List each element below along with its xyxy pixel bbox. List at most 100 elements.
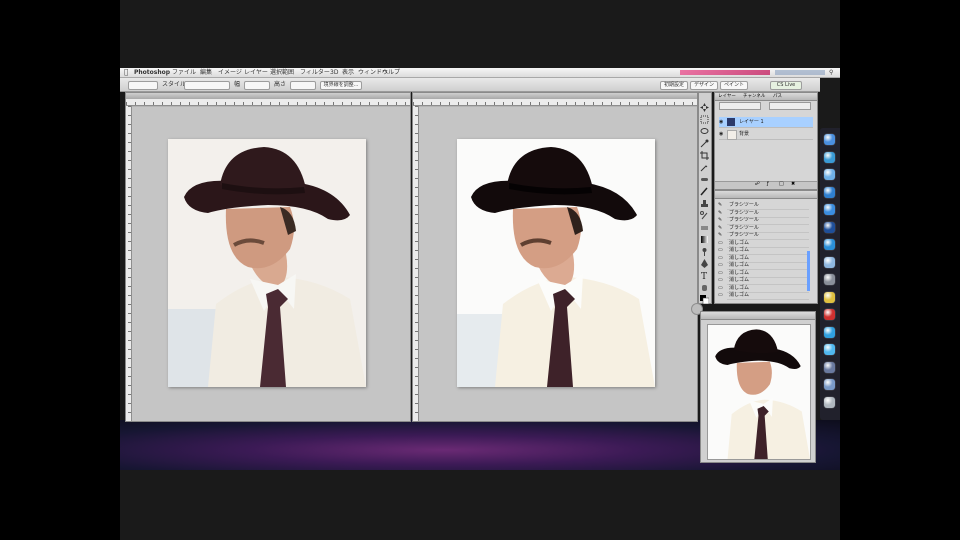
tool-preset-picker[interactable] (128, 81, 158, 90)
history-panel: ✎ ブラシツール ✎ ブラシツール ✎ ブラシツール ✎ ブラシツール ✎ ブラシツール ▭ 消しゴム… (714, 190, 818, 304)
menu-item-edit[interactable]: 編集 (200, 68, 212, 77)
document-window-before[interactable] (125, 92, 411, 422)
downloads-icon[interactable] (824, 361, 835, 373)
pen-tool-icon[interactable] (700, 253, 709, 268)
color-swatches-icon[interactable] (700, 289, 710, 305)
photo-before[interactable] (168, 139, 366, 387)
menu-item-help[interactable]: ヘルプ (382, 68, 400, 77)
eye-icon[interactable]: ◉ (719, 129, 723, 139)
workspace-tab-essentials[interactable]: 初期設定 (660, 81, 688, 90)
tab-paths[interactable]: パス (773, 93, 782, 100)
blend-mode-select[interactable] (719, 102, 761, 110)
options-bar: スタイル 幅 高さ 境界線を調整... 初期設定 デザイン ペイント CS Li… (120, 78, 820, 92)
layers-panel-tabs: レイヤー チャンネル パス (715, 93, 817, 101)
height-label: 高さ (274, 81, 287, 88)
layer-thumbnail (727, 130, 737, 140)
eye-icon[interactable]: ◉ (719, 117, 723, 127)
layers-panel: レイヤー チャンネル パス ◉ レイヤー 1 ◉ 背景 ☍ ƒ □ ✖ (714, 92, 818, 190)
lasso-tool-icon[interactable] (700, 121, 709, 134)
height-input[interactable] (290, 81, 316, 90)
menu-item-select[interactable]: 選択範囲 (270, 68, 294, 77)
horizontal-ruler[interactable] (126, 99, 410, 106)
system-prefs-icon[interactable] (824, 274, 835, 285)
dodge-tool-icon[interactable] (700, 241, 709, 256)
trash-icon[interactable]: ✖ (791, 181, 795, 187)
history-scrollbar[interactable] (807, 251, 810, 291)
photo-after[interactable] (457, 139, 655, 387)
horizontal-ruler[interactable] (413, 99, 697, 106)
gradient-tool-icon[interactable] (700, 229, 709, 243)
hand-tool-icon[interactable] (700, 277, 709, 291)
screen:  Photoshop ファイル 編集 イメージ レイヤー 選択範囲 フィルター… (120, 0, 840, 540)
layer-name: レイヤー 1 (739, 119, 764, 125)
apple-menu-icon[interactable]:  (124, 68, 128, 77)
mail-icon[interactable] (824, 169, 835, 180)
history-brush-tool-icon[interactable] (700, 205, 709, 220)
red-app-icon[interactable] (824, 309, 835, 320)
menu-item-filter[interactable]: フィルター (300, 68, 330, 77)
type-tool-icon[interactable]: T (700, 265, 709, 282)
quick-selection-tool-icon[interactable] (700, 133, 709, 148)
workspace-tab-design[interactable]: デザイン (690, 81, 718, 90)
brush-tool-icon[interactable] (700, 181, 709, 196)
menu-item-layer[interactable]: レイヤー (244, 68, 268, 77)
canvas-area[interactable] (132, 107, 410, 421)
photoshop-icon[interactable] (824, 221, 835, 233)
navigator-thumbnail-image (708, 325, 810, 459)
status-menu-extras[interactable] (680, 70, 770, 75)
history-row-label: 消しゴム (729, 292, 750, 298)
menu-item-3d[interactable]: 3D (330, 68, 338, 77)
menu-item-image[interactable]: イメージ (218, 68, 242, 77)
spotlight-icon[interactable]: ⚲ (829, 68, 833, 77)
refine-edge-button[interactable]: 境界線を調整... (320, 81, 362, 90)
preview-icon[interactable] (824, 256, 835, 268)
marquee-tool-icon[interactable] (700, 109, 709, 124)
eyedropper-tool-icon[interactable] (700, 157, 709, 172)
workspace-tab-painting[interactable]: ペイント (720, 81, 748, 90)
layer-row-background[interactable]: ◉ 背景 (719, 129, 813, 140)
eraser-tool-icon[interactable] (700, 217, 709, 230)
navigator-panel (700, 311, 816, 463)
crop-tool-icon[interactable] (700, 145, 709, 160)
layer-name: 背景 (739, 131, 750, 137)
clone-stamp-tool-icon[interactable] (700, 193, 709, 207)
menu-item-file[interactable]: ファイル (172, 68, 196, 77)
width-input[interactable] (244, 81, 270, 90)
history-row[interactable]: ▭ 消しゴム (718, 291, 809, 300)
healing-brush-tool-icon[interactable] (700, 169, 709, 181)
fx-icon[interactable]: ƒ (767, 181, 769, 187)
portrait-before-image (168, 139, 366, 387)
canvas-area[interactable] (419, 107, 703, 421)
chrome-icon[interactable] (824, 291, 835, 303)
itunes-icon[interactable] (824, 186, 835, 198)
tab-channels[interactable]: チャンネル (743, 93, 765, 100)
link-layers-icon[interactable]: ☍ (755, 181, 760, 187)
move-tool-icon[interactable] (700, 97, 709, 112)
globe-icon[interactable] (824, 239, 835, 250)
menu-item-app[interactable]: Photoshop (134, 68, 170, 77)
width-label: 幅 (234, 81, 241, 88)
app-store-icon[interactable] (824, 204, 835, 215)
style-select[interactable] (184, 81, 230, 90)
folder-icon[interactable] (824, 379, 835, 390)
opacity-input[interactable] (769, 102, 811, 110)
history-panel-tab (715, 191, 817, 199)
layer-thumbnail (727, 118, 735, 126)
trash-icon[interactable] (824, 396, 835, 408)
tab-layers[interactable]: レイヤー (718, 93, 736, 100)
safari-icon[interactable] (824, 151, 835, 163)
new-layer-icon[interactable]: □ (779, 181, 784, 187)
dock (820, 128, 840, 420)
twitter-icon[interactable] (824, 344, 835, 355)
menu-item-view[interactable]: 表示 (342, 68, 354, 77)
cs-live-button[interactable]: CS Live (770, 81, 802, 90)
finder-icon[interactable] (824, 134, 835, 145)
clock-area[interactable] (775, 70, 825, 75)
layers-panel-footer: ☍ ƒ □ ✖ (715, 181, 817, 189)
skype-icon[interactable] (824, 326, 835, 338)
menu-bar:  Photoshop ファイル 編集 イメージ レイヤー 選択範囲 フィルター… (120, 68, 840, 78)
tools-panel: T (698, 92, 712, 305)
document-window-after[interactable] (412, 92, 703, 422)
layer-row-layer1[interactable]: ◉ レイヤー 1 (719, 117, 813, 128)
navigator-preview[interactable] (707, 324, 811, 460)
